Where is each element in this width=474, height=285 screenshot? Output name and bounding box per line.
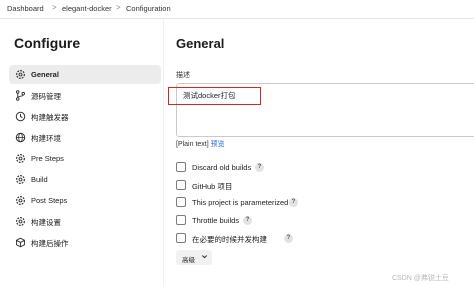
sidebar-item-label: Pre Steps — [31, 154, 64, 163]
sidebar-item-build[interactable]: Build — [9, 170, 161, 189]
globe-icon — [15, 132, 26, 143]
sidebar-item-general[interactable]: General — [9, 65, 161, 84]
breadcrumb-separator: > — [116, 3, 121, 12]
breadcrumb-separator: > — [52, 3, 57, 12]
clock-icon — [15, 111, 26, 122]
sidebar-item-pre-steps[interactable]: Pre Steps — [9, 149, 161, 168]
sidebar-item-triggers[interactable]: 构建触发器 — [9, 107, 161, 126]
sidebar-item-build-settings[interactable]: 构建设置 — [9, 212, 161, 231]
breadcrumb-configuration[interactable]: Configuration — [126, 4, 171, 13]
option-label: 在必要的时候并发构建 — [192, 235, 267, 244]
sidebar-item-environment[interactable]: 构建环境 — [9, 128, 161, 147]
plain-text-label: [Plain text] — [176, 141, 209, 148]
gear-icon — [15, 195, 26, 206]
option-label: Discard old builds — [192, 163, 252, 172]
cube-icon — [15, 237, 26, 248]
sidebar-item-label: 构建触发器 — [31, 113, 69, 122]
help-icon[interactable]: ? — [284, 234, 293, 243]
breadcrumb-project[interactable]: elegant-docker — [62, 4, 112, 13]
help-icon[interactable]: ? — [243, 216, 252, 225]
gear-icon — [15, 216, 26, 227]
checkbox[interactable] — [176, 233, 186, 243]
sidebar-item-label: Post Steps — [31, 196, 68, 205]
highlight-annotation — [168, 87, 261, 105]
sidebar-item-label: 构建环境 — [31, 134, 61, 143]
help-icon[interactable]: ? — [255, 163, 264, 172]
gear-icon — [15, 69, 26, 80]
description-label: 描述 — [176, 72, 190, 79]
option-label: GitHub 项目 — [192, 182, 233, 191]
advanced-button[interactable]: 高级 — [176, 250, 212, 265]
advanced-label: 高级 — [182, 257, 195, 264]
checkbox[interactable] — [176, 162, 186, 172]
gear-icon — [15, 174, 26, 185]
sidebar-item-label: General — [31, 70, 59, 79]
sidebar-item-post-build[interactable]: 构建后操作 — [9, 233, 161, 252]
sidebar-item-source[interactable]: 源码管理 — [9, 86, 161, 105]
sidebar-divider — [163, 19, 164, 285]
sidebar-item-label: 源码管理 — [31, 92, 61, 101]
checkbox[interactable] — [176, 197, 186, 207]
preview-link[interactable]: 预览 — [211, 141, 225, 148]
sidebar-item-label: 构建后操作 — [31, 239, 69, 248]
breadcrumb: Dashboard > elegant-docker > Configurati… — [0, 0, 474, 19]
option-label: This project is parameterized — [192, 198, 289, 207]
chevron-down-icon — [201, 253, 208, 260]
checkbox[interactable] — [176, 180, 186, 190]
help-icon[interactable]: ? — [289, 198, 298, 207]
sidebar-item-label: 构建设置 — [31, 218, 61, 227]
watermark: CSDN @弗锐土豆 — [392, 275, 449, 282]
plain-text-note: [Plain text] 预览 — [176, 139, 225, 149]
breadcrumb-dashboard[interactable]: Dashboard — [7, 4, 44, 13]
source-branch-icon — [15, 90, 26, 101]
gear-icon — [15, 153, 26, 164]
sidebar-item-post-steps[interactable]: Post Steps — [9, 191, 161, 210]
sidebar-item-label: Build — [31, 175, 48, 184]
section-title: General — [176, 36, 225, 51]
sidebar-title: Configure — [14, 35, 81, 51]
option-label: Throttle builds — [192, 216, 240, 225]
checkbox[interactable] — [176, 215, 186, 225]
